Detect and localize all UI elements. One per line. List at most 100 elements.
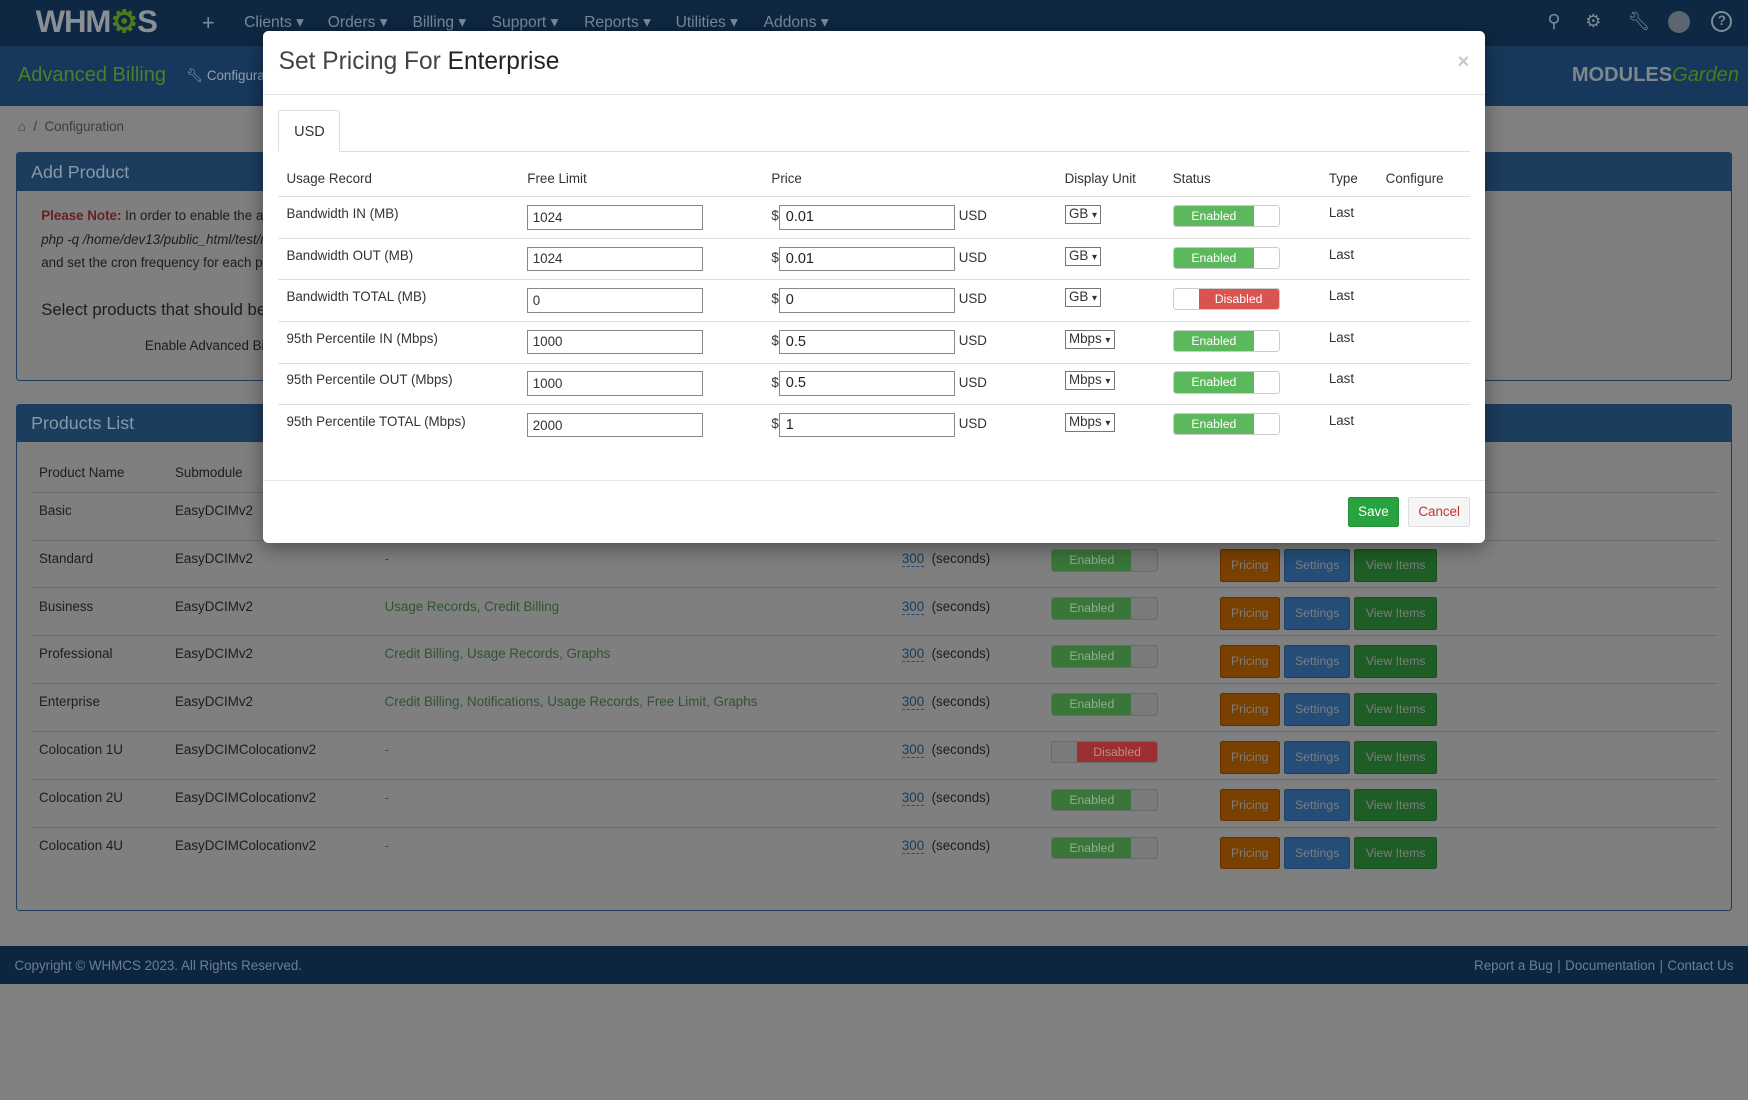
pricing-button[interactable]: Pricing: [1219, 837, 1280, 870]
settings-button[interactable]: Settings: [1284, 741, 1350, 774]
pricing-button[interactable]: Pricing: [1219, 693, 1280, 726]
status-toggle[interactable]: Disabled: [1051, 741, 1159, 764]
features: -: [384, 838, 390, 854]
tab-usd[interactable]: USD: [277, 110, 340, 152]
nav-orders[interactable]: Orders ▾: [328, 13, 388, 32]
interval-value[interactable]: 300: [901, 742, 925, 759]
pricing-button[interactable]: Pricing: [1219, 645, 1280, 678]
status-toggle[interactable]: Disabled: [1172, 288, 1280, 311]
settings-button[interactable]: Settings: [1284, 693, 1350, 726]
display-unit-select[interactable]: GB ▾: [1064, 246, 1102, 266]
cancel-button[interactable]: Cancel: [1407, 497, 1471, 528]
settings-button[interactable]: Settings: [1284, 789, 1350, 822]
status-toggle[interactable]: Enabled: [1051, 645, 1159, 668]
close-icon[interactable]: ×: [1458, 51, 1470, 74]
status-toggle[interactable]: Enabled: [1051, 789, 1159, 812]
wrench-icon: 🔧︎: [186, 68, 207, 83]
display-unit-select[interactable]: Mbps ▾: [1064, 329, 1115, 349]
display-unit-select[interactable]: Mbps ▾: [1064, 371, 1115, 391]
home-icon[interactable]: ⌂: [18, 119, 26, 134]
status-toggle[interactable]: Enabled: [1051, 693, 1159, 716]
settings-button[interactable]: Settings: [1284, 645, 1350, 678]
settings-button[interactable]: Settings: [1284, 837, 1350, 870]
free-limit-input[interactable]: [527, 412, 704, 438]
view-items-button[interactable]: View Items: [1354, 837, 1437, 870]
interval-value[interactable]: 300: [901, 646, 925, 663]
nav-addons[interactable]: Addons ▾: [764, 13, 829, 32]
price-input[interactable]: 1: [779, 412, 956, 438]
search-icon[interactable]: ⚲: [1547, 11, 1560, 32]
status-label: Enabled: [1052, 790, 1132, 811]
status-toggle[interactable]: Enabled: [1051, 597, 1159, 620]
cogs-icon[interactable]: ⚙: [1585, 11, 1601, 32]
report-bug-link[interactable]: Report a Bug: [1474, 958, 1553, 973]
pricing-button[interactable]: Pricing: [1219, 741, 1280, 774]
currency-symbol: $: [771, 249, 779, 265]
free-limit-input[interactable]: [527, 371, 704, 396]
price-input[interactable]: 0.01: [779, 204, 956, 230]
usage-record: 95th Percentile TOTAL (Mbps): [286, 414, 466, 429]
status-label: Enabled: [1052, 838, 1132, 859]
col-usage-record: Usage Record: [286, 170, 372, 186]
nav-reports[interactable]: Reports ▾: [584, 13, 651, 32]
free-limit-input[interactable]: [527, 204, 704, 230]
view-items-button[interactable]: View Items: [1354, 789, 1437, 822]
view-items-button[interactable]: View Items: [1354, 549, 1437, 582]
price-input[interactable]: 0.01: [779, 246, 956, 272]
nav-clients[interactable]: Clients ▾: [244, 13, 304, 32]
free-limit-input[interactable]: [527, 246, 704, 272]
interval-value[interactable]: 300: [901, 694, 925, 711]
product-name: Basic: [39, 502, 72, 518]
plus-icon[interactable]: +: [202, 10, 215, 36]
interval-value[interactable]: 300: [901, 598, 925, 615]
wrench-icon[interactable]: 🔧︎: [1628, 11, 1651, 32]
free-limit-input[interactable]: [527, 329, 704, 355]
price-input[interactable]: 0.5: [779, 371, 956, 396]
whmcs-logo[interactable]: WHM⚙S: [36, 4, 158, 40]
status-label: Enabled: [1173, 247, 1254, 268]
currency-code: USD: [958, 249, 987, 265]
price-input[interactable]: 0: [779, 288, 956, 313]
module-title[interactable]: Advanced Billing: [18, 64, 166, 87]
status-toggle[interactable]: Enabled: [1172, 246, 1280, 269]
display-unit-select[interactable]: GB ▾: [1064, 204, 1102, 224]
display-unit-select[interactable]: GB ▾: [1064, 288, 1102, 308]
status-toggle[interactable]: Enabled: [1172, 204, 1280, 228]
status-toggle[interactable]: Enabled: [1172, 371, 1280, 394]
pricing-button[interactable]: Pricing: [1219, 549, 1280, 582]
interval-value[interactable]: 300: [901, 838, 925, 855]
nav-billing[interactable]: Billing ▾: [412, 13, 466, 32]
save-button[interactable]: Save: [1347, 497, 1400, 528]
settings-button[interactable]: Settings: [1284, 597, 1350, 630]
submodule: EasyDCIMv2: [175, 646, 253, 662]
view-items-button[interactable]: View Items: [1354, 693, 1437, 726]
submodule: EasyDCIMv2: [175, 694, 253, 710]
contact-us-link[interactable]: Contact Us: [1667, 958, 1733, 973]
set-pricing-modal: Set Pricing For Enterprise × USD Usage R…: [263, 31, 1485, 543]
view-items-button[interactable]: View Items: [1354, 597, 1437, 630]
display-unit-select[interactable]: Mbps ▾: [1064, 412, 1115, 432]
type: Last: [1328, 329, 1355, 345]
nav-utilities[interactable]: Utilities ▾: [676, 13, 738, 32]
col-product-name: Product Name: [39, 464, 125, 480]
table-row: Professional EasyDCIMv2 Credit Billing, …: [31, 635, 1717, 683]
currency-symbol: $: [771, 333, 779, 349]
documentation-link[interactable]: Documentation: [1565, 958, 1655, 973]
pricing-button[interactable]: Pricing: [1219, 789, 1280, 822]
interval-value[interactable]: 300: [901, 790, 925, 807]
status-toggle[interactable]: Enabled: [1172, 412, 1280, 436]
view-items-button[interactable]: View Items: [1354, 645, 1437, 678]
settings-button[interactable]: Settings: [1284, 549, 1350, 582]
interval-value[interactable]: 300: [901, 550, 925, 567]
view-items-button[interactable]: View Items: [1354, 741, 1437, 774]
breadcrumb: ⌂ / Configuration: [17, 119, 124, 135]
status-toggle[interactable]: Enabled: [1051, 549, 1159, 572]
breadcrumb-current[interactable]: Configuration: [44, 119, 123, 134]
product-name: Colocation 4U: [39, 838, 123, 854]
nav-support[interactable]: Support ▾: [492, 13, 559, 32]
status-toggle[interactable]: Enabled: [1172, 329, 1280, 353]
price-input[interactable]: 0.5: [779, 329, 956, 355]
free-limit-input[interactable]: [527, 288, 704, 313]
status-toggle[interactable]: Enabled: [1051, 837, 1159, 860]
pricing-button[interactable]: Pricing: [1219, 597, 1280, 630]
